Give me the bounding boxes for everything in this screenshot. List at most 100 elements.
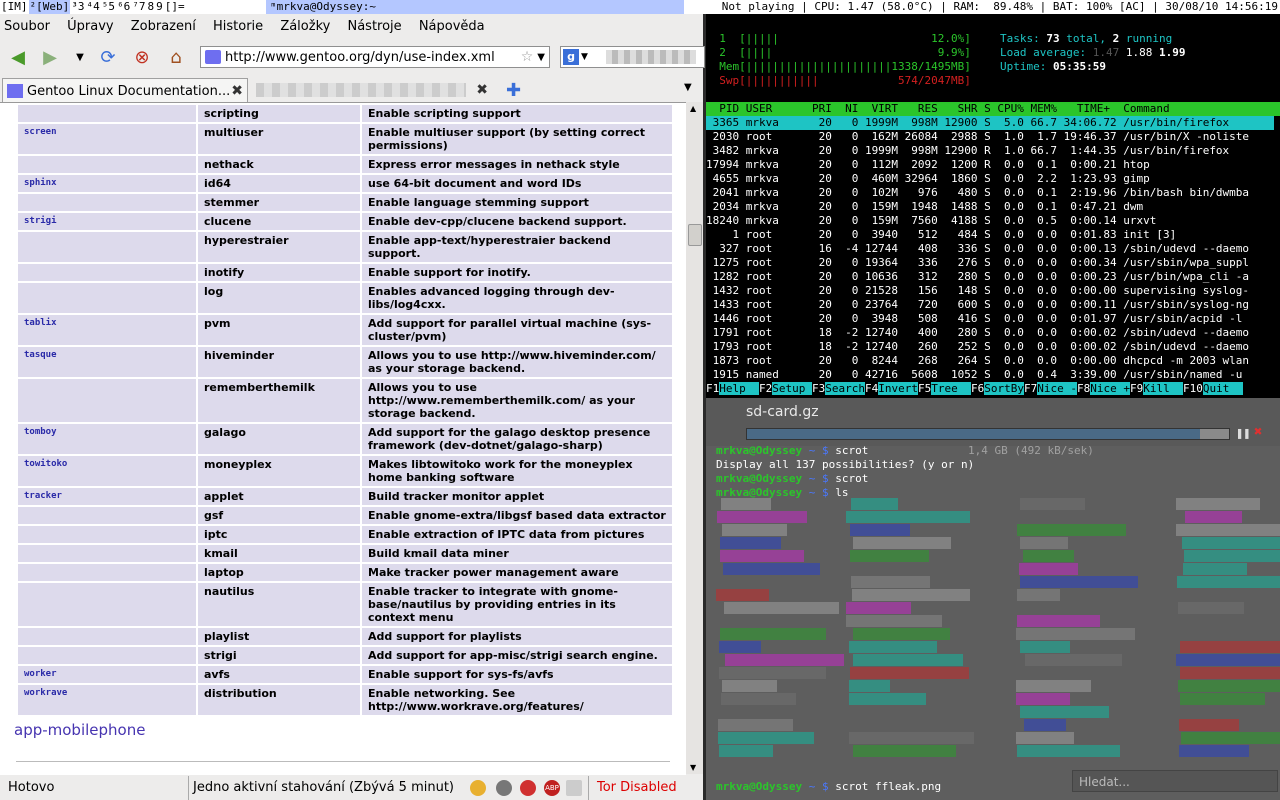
url-text[interactable]: http://www.gentoo.org/dyn/use-index.xml xyxy=(225,50,521,65)
package-name[interactable]: tablix xyxy=(18,315,196,345)
tor-status[interactable]: Tor Disabled xyxy=(588,776,693,800)
google-icon[interactable]: g xyxy=(563,49,579,65)
search-bar[interactable]: g ▼ xyxy=(560,46,705,68)
fkey-2[interactable]: F3 xyxy=(812,382,825,395)
tag-6[interactable]: ⁷7 xyxy=(131,0,146,14)
new-tab-icon[interactable]: ✚ xyxy=(506,80,521,101)
cancel-icon[interactable]: ✖ xyxy=(1254,424,1262,440)
fkey-9[interactable]: F10 xyxy=(1183,382,1203,395)
fkey-label-1[interactable]: Setup xyxy=(772,382,812,395)
scroll-up-icon[interactable]: ▲ xyxy=(690,104,696,113)
process-row[interactable]: 1282 root 20 0 10636 312 280 S 0.0 0.0 0… xyxy=(706,270,1249,284)
download-status[interactable]: Jedno aktivní stahování (Zbývá 5 minut) xyxy=(188,776,463,800)
tab-gentoo-docs[interactable]: Gentoo Linux Documentation... ✖ xyxy=(2,78,248,103)
back-icon[interactable]: ◀ xyxy=(6,45,30,69)
package-name[interactable]: towitoko xyxy=(18,456,196,486)
process-row[interactable]: 3482 mrkva 20 0 1999M 998M 12900 R 1.0 6… xyxy=(706,144,1230,158)
package-name[interactable]: tomboy xyxy=(18,424,196,454)
tab-blurred[interactable]: ✖ xyxy=(250,78,492,102)
scrollbar-thumb[interactable] xyxy=(688,224,702,246)
process-table-header[interactable]: PID USER PRI NI VIRT RES SHR S CPU% MEM%… xyxy=(706,102,1280,116)
reload-icon[interactable]: ⟳ xyxy=(96,45,120,69)
process-row[interactable]: 17994 mrkva 20 0 112M 2092 1200 R 0.0 0.… xyxy=(706,158,1150,172)
fkey-label-7[interactable]: Nice + xyxy=(1090,382,1130,395)
fkey-label-5[interactable]: SortBy xyxy=(984,382,1024,395)
section-heading[interactable]: app-mobilephone xyxy=(14,721,145,739)
package-name[interactable]: worker xyxy=(18,666,196,683)
scroll-down-icon[interactable]: ▼ xyxy=(690,763,696,772)
adblock-icon[interactable]: ABP xyxy=(544,780,560,796)
process-row[interactable]: 327 root 16 -4 12744 408 336 S 0.0 0.0 0… xyxy=(706,242,1249,256)
url-dropdown-icon[interactable]: ▼ xyxy=(537,52,545,63)
fkey-1[interactable]: F2 xyxy=(759,382,772,395)
search-field[interactable]: Hledat... xyxy=(1072,770,1278,792)
package-name[interactable]: tracker xyxy=(18,488,196,505)
menu-view[interactable]: Zobrazení xyxy=(131,19,196,34)
fkey-7[interactable]: F8 xyxy=(1077,382,1090,395)
process-row[interactable]: 1791 root 18 -2 12740 400 280 S 0.0 0.0 … xyxy=(706,326,1249,340)
tag-7[interactable]: 8 xyxy=(147,0,156,14)
tag-3[interactable]: ⁴4 xyxy=(86,0,101,14)
selected-process-row[interactable]: 3365 mrkva 20 0 1999M 998M 12900 S 5.0 6… xyxy=(706,116,1274,130)
fkey-4[interactable]: F5 xyxy=(918,382,931,395)
fkey-0[interactable]: F1 xyxy=(706,382,719,395)
fkey-label-0[interactable]: Help xyxy=(719,382,759,395)
tag-4[interactable]: ⁵5 xyxy=(101,0,116,14)
pause-icon[interactable]: ❚❚ xyxy=(1236,426,1250,440)
process-row[interactable]: 18240 mrkva 20 0 159M 7560 4188 S 0.0 0.… xyxy=(706,214,1156,228)
process-row[interactable]: 1793 root 18 -2 12740 260 252 S 0.0 0.0 … xyxy=(706,340,1249,354)
tag-5[interactable]: ⁶6 xyxy=(116,0,131,14)
fkey-label-9[interactable]: Quit xyxy=(1202,382,1243,395)
process-row[interactable]: 1873 root 20 0 8244 268 264 S 0.0 0.0 0:… xyxy=(706,354,1249,368)
package-name[interactable]: screen xyxy=(18,124,196,154)
menu-file[interactable]: Soubor xyxy=(4,19,50,34)
stop-icon[interactable]: ⊗ xyxy=(130,45,154,69)
tag-2[interactable]: ³3 xyxy=(70,0,85,14)
menu-history[interactable]: Historie xyxy=(213,19,263,34)
package-name[interactable]: sphinx xyxy=(18,175,196,192)
menu-edit[interactable]: Úpravy xyxy=(67,19,113,34)
noscript-icon[interactable] xyxy=(520,780,536,796)
fkey-label-2[interactable]: Search xyxy=(825,382,865,395)
process-row[interactable]: 1446 root 20 0 3948 508 416 S 0.0 0.0 0:… xyxy=(706,312,1243,326)
search-input[interactable] xyxy=(605,50,696,64)
search-engine-dropdown-icon[interactable]: ▼ xyxy=(581,52,588,62)
extension-icon[interactable] xyxy=(566,780,582,796)
history-dropdown-icon[interactable]: ▼ xyxy=(68,45,92,69)
process-row[interactable]: 2034 mrkva 20 0 159M 1948 1488 S 0.0 0.1… xyxy=(706,200,1143,214)
firebug-icon[interactable] xyxy=(496,780,512,796)
bookmark-star-icon[interactable]: ☆ xyxy=(521,49,534,65)
menu-tools[interactable]: Nástroje xyxy=(347,19,401,34)
addon-icon[interactable] xyxy=(470,780,486,796)
process-row[interactable]: 1433 root 20 0 23764 720 600 S 0.0 0.0 0… xyxy=(706,298,1249,312)
tab-list-icon[interactable]: ▼ xyxy=(684,82,692,93)
process-row[interactable]: 1432 root 20 0 21528 156 148 S 0.0 0.0 0… xyxy=(706,284,1249,298)
menu-help[interactable]: Nápověda xyxy=(419,19,485,34)
package-name[interactable]: workrave xyxy=(18,685,196,715)
package-name[interactable]: strigi xyxy=(18,213,196,230)
process-row[interactable]: 1915 named 20 0 42716 5608 1052 S 0.0 0.… xyxy=(706,368,1243,382)
fkey-label-8[interactable]: Kill xyxy=(1143,382,1183,395)
fkey-5[interactable]: F6 xyxy=(971,382,984,395)
process-row[interactable]: 1 root 20 0 3940 512 484 S 0.0 0.0 0:01.… xyxy=(706,228,1176,242)
package-name[interactable]: tasque xyxy=(18,347,196,377)
forward-icon[interactable]: ▶ xyxy=(38,45,62,69)
process-row[interactable]: 4655 mrkva 20 0 460M 32964 1860 S 0.0 2.… xyxy=(706,172,1150,186)
tag-8[interactable]: 9 xyxy=(155,0,164,14)
tag-1[interactable]: ²[Web] xyxy=(28,0,71,14)
url-bar[interactable]: http://www.gentoo.org/dyn/use-index.xml … xyxy=(200,46,550,68)
fkey-3[interactable]: F4 xyxy=(865,382,878,395)
fkey-8[interactable]: F9 xyxy=(1130,382,1143,395)
tag-0[interactable]: [IM] xyxy=(0,0,29,14)
close-icon[interactable]: ✖ xyxy=(476,82,488,98)
menu-bookmarks[interactable]: Záložky xyxy=(280,19,330,34)
process-row[interactable]: 1275 root 20 0 19364 336 276 S 0.0 0.0 0… xyxy=(706,256,1249,270)
page-scrollbar[interactable]: ▲ ▼ xyxy=(686,102,703,774)
fkey-label-4[interactable]: Tree xyxy=(931,382,971,395)
home-icon[interactable]: ⌂ xyxy=(164,45,188,69)
tag-9[interactable]: []= xyxy=(164,0,186,14)
fkey-6[interactable]: F7 xyxy=(1024,382,1037,395)
process-row[interactable]: 2041 mrkva 20 0 102M 976 480 S 0.0 0.1 2… xyxy=(706,186,1249,200)
tag-list[interactable]: [IM] ²[Web] ³3 ⁴4 ⁵5 ⁶6 ⁷7 8 9 []= xyxy=(0,0,186,14)
process-row[interactable]: 2030 root 20 0 162M 26084 2988 S 1.0 1.7… xyxy=(706,130,1249,144)
